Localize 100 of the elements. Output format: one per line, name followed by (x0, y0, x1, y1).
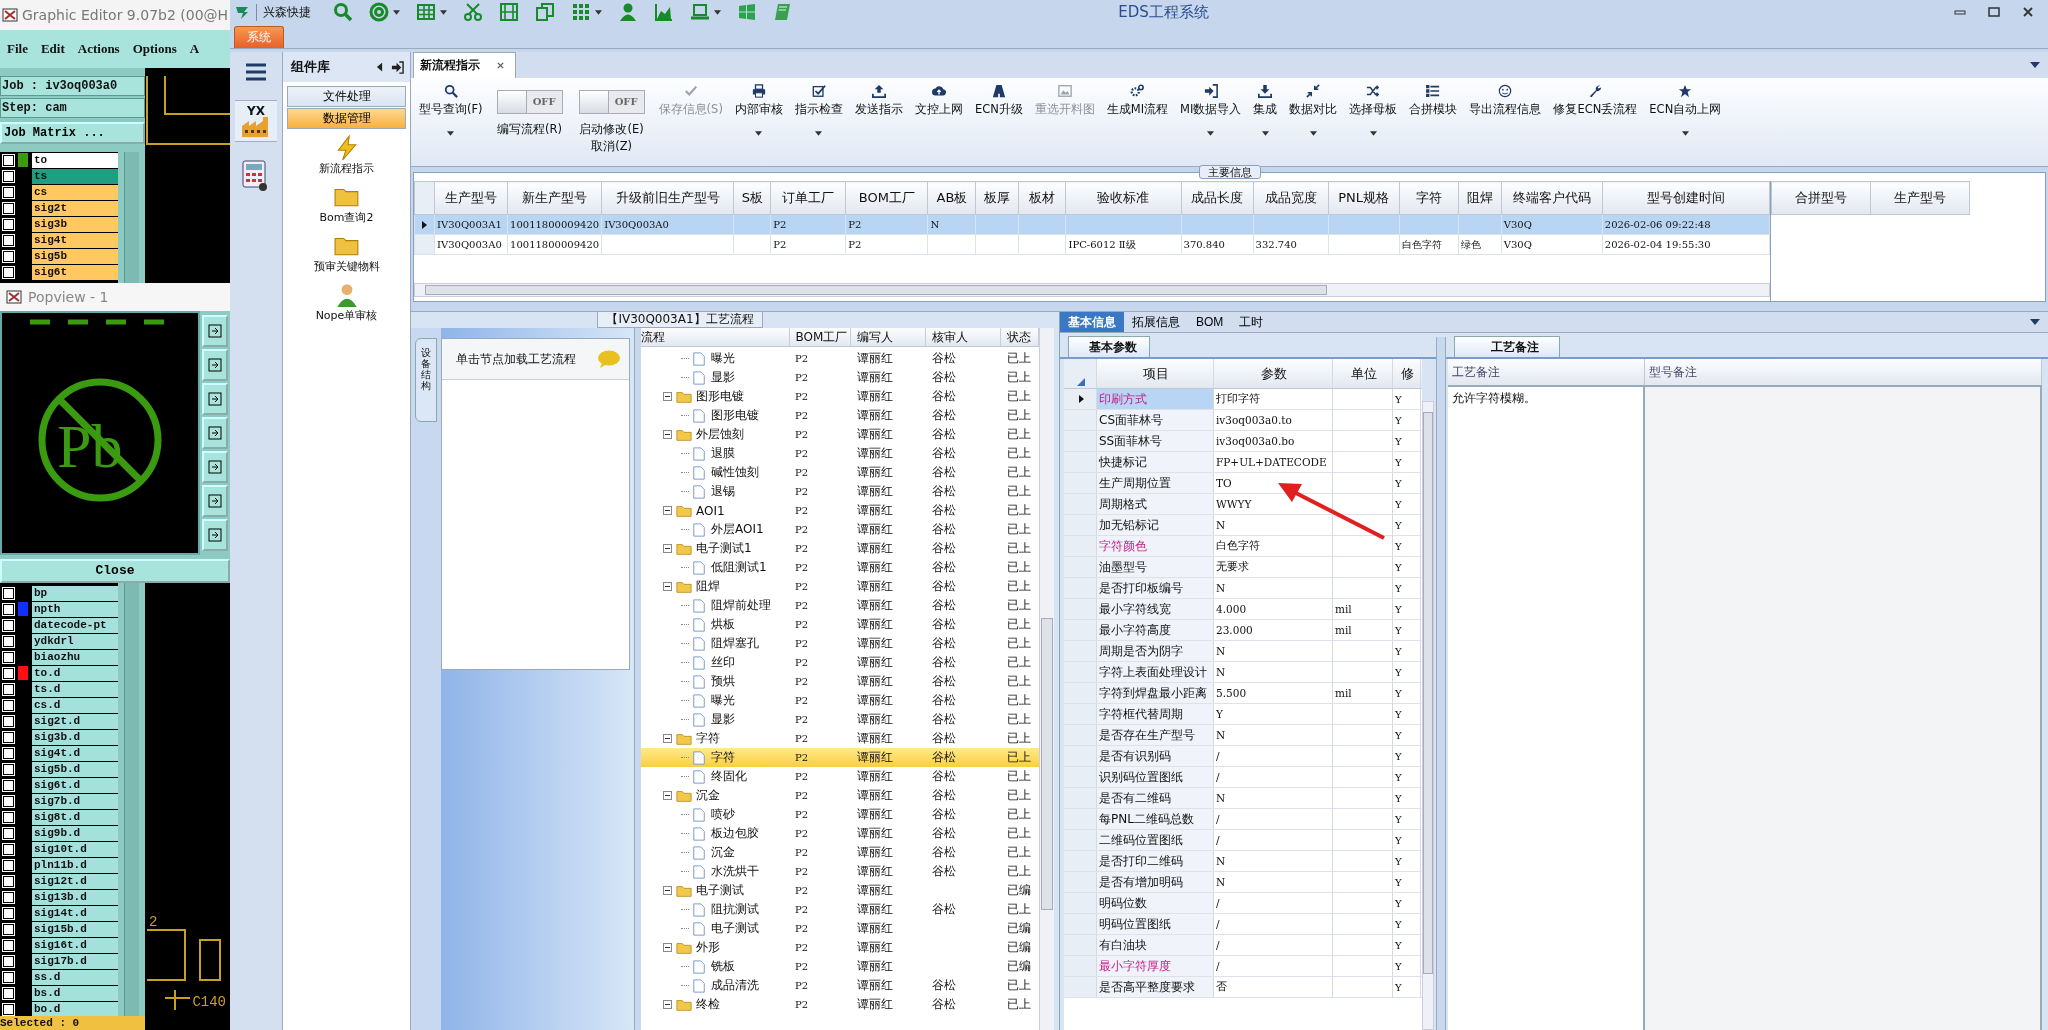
toggle-switch[interactable]: OFF (496, 90, 563, 114)
column-header[interactable]: 成品宽度 (1253, 181, 1329, 215)
caret-icon[interactable] (393, 9, 400, 15)
layer-name[interactable]: bs.d (32, 985, 118, 1001)
caret-icon[interactable] (447, 131, 455, 136)
collapse-icon[interactable] (663, 791, 672, 800)
layer-name[interactable]: sig15b.d (32, 921, 118, 937)
column-header[interactable]: 型号备注 (1645, 359, 2042, 385)
ribbon-button[interactable]: ECN自动上网 (1643, 84, 1728, 156)
checkbox[interactable] (3, 635, 14, 647)
checkbox[interactable] (3, 971, 14, 983)
tree-row[interactable]: 图形电镀 P2 谭丽红 谷松 已上 (641, 387, 1039, 406)
column-header[interactable]: 型号创建时间 (1602, 181, 1770, 215)
collapse-icon[interactable] (663, 392, 672, 401)
tree-row[interactable]: 终固化 P2 谭丽红 谷松 已上 (641, 767, 1039, 786)
tab[interactable]: 工艺备注 (1454, 336, 1560, 357)
tree-row[interactable]: 板边包胶 P2 谭丽红 谷松 已上 (641, 824, 1039, 843)
collapse-icon[interactable] (663, 430, 672, 439)
column-header[interactable]: 合拼型号 (1771, 181, 1871, 215)
table-row[interactable]: 是否高平整度要求 否 Y (1064, 977, 1422, 998)
checkbox[interactable] (3, 1003, 14, 1015)
table-row[interactable]: 最小字符高度 23.000 mil Y (1064, 620, 1422, 641)
layer-name[interactable]: datecode-pt (32, 617, 118, 633)
column-header[interactable]: PNL规格 (1328, 181, 1400, 215)
vertical-tab[interactable]: 设备结构 (415, 338, 437, 422)
tree-row[interactable]: 外形 P2 谭丽红 已编 (641, 938, 1039, 957)
collapse-icon[interactable] (663, 506, 672, 515)
table-row[interactable]: 周期是否为阴字 N Y (1064, 641, 1422, 662)
menu-item[interactable]: Options (132, 41, 177, 57)
table-row[interactable]: IV30Q003A0 10011800009420 P2 P2 IPC-6012 Ⅱ级 370.840 332.740 白色字符 绿色 V30Q 2026-02-04 19:55:30 (414, 234, 1770, 255)
table-row[interactable]: 印刷方式 打印字符 Y (1064, 389, 1422, 410)
caret-icon[interactable] (2030, 62, 2040, 68)
ribbon-button[interactable]: 内部审核 (728, 84, 789, 156)
splitter-handle[interactable] (634, 328, 641, 1030)
copy-icon[interactable] (535, 2, 555, 22)
layer-name[interactable]: sig3b.d (32, 729, 118, 745)
column-header[interactable]: 升级前旧生产型号 (601, 181, 734, 215)
table-row[interactable]: 字符框代替周期 Y Y (1064, 704, 1422, 725)
table-row[interactable]: SS面菲林号 iv3oq003a0.bo Y (1064, 431, 1422, 452)
tree-row[interactable]: 阻焊 P2 谭丽红 谷松 已上 (641, 577, 1039, 596)
category-tab[interactable]: 数据管理 (287, 108, 406, 129)
layer-name[interactable]: ss.d (32, 969, 118, 985)
search-icon[interactable] (333, 2, 353, 22)
layer-name[interactable]: sig6t (32, 264, 118, 280)
table-row[interactable]: 加无铅标记 N Y (1064, 515, 1422, 536)
column-header[interactable]: 状态 (1001, 328, 1039, 346)
view-button[interactable] (202, 416, 228, 449)
checkbox[interactable] (3, 795, 14, 807)
column-header[interactable]: 项目 (1097, 359, 1214, 388)
tree-row[interactable]: 退膜 P2 谭丽红 谷松 已上 (641, 444, 1039, 463)
tree-row[interactable]: 字符 P2 谭丽红 谷松 已上 (641, 748, 1039, 767)
layer-name[interactable]: sig3b (32, 216, 118, 232)
tree-row[interactable]: 显影 P2 谭丽红 谷松 已上 (641, 368, 1039, 387)
layer-name[interactable]: cs.d (32, 697, 118, 713)
caret-icon[interactable] (595, 9, 602, 15)
tree-row[interactable]: 阻抗测试 P2 谭丽红 谷松 已上 (641, 900, 1039, 919)
tree-row[interactable]: 沉金 P2 谭丽红 谷松 已上 (641, 843, 1039, 862)
tree-row[interactable]: 字符 P2 谭丽红 谷松 已上 (641, 729, 1039, 748)
table-row[interactable]: 明码位置图纸 / Y (1064, 914, 1422, 935)
checkbox[interactable] (3, 154, 14, 166)
tree-row[interactable]: 烘板 P2 谭丽红 谷松 已上 (641, 615, 1039, 634)
table-row[interactable]: 是否有识别码 / Y (1064, 746, 1422, 767)
checkbox[interactable] (3, 651, 14, 663)
layer-name[interactable]: sig14t.d (32, 905, 118, 921)
table-row[interactable]: 是否有二维码 N Y (1064, 788, 1422, 809)
ribbon-button[interactable]: 集成 (1247, 84, 1284, 156)
tree-row[interactable]: 外层AOI1 P2 谭丽红 谷松 已上 (641, 520, 1039, 539)
close-icon[interactable] (2022, 6, 2034, 18)
layer-name[interactable]: sig2t.d (32, 713, 118, 729)
checkbox[interactable] (3, 234, 14, 246)
layer-name[interactable]: sig5b.d (32, 761, 118, 777)
caret-icon[interactable] (755, 131, 763, 136)
checkbox[interactable] (3, 859, 14, 871)
table-row[interactable]: 有白油块 / Y (1064, 935, 1422, 956)
ribbon-button[interactable]: 导出流程信息 (1463, 84, 1548, 156)
checkbox[interactable] (3, 811, 14, 823)
component-item[interactable]: Bom查询2 (319, 210, 374, 225)
close-icon[interactable] (496, 61, 505, 70)
ribbon-button[interactable]: 选择母板 (1343, 84, 1404, 156)
ribbon-button[interactable]: 发送指示 (848, 84, 909, 156)
caret-icon[interactable] (1369, 131, 1377, 136)
column-header[interactable]: 单位 (1333, 359, 1393, 388)
film-icon[interactable] (499, 2, 519, 22)
checkbox[interactable] (3, 683, 14, 695)
layer-name[interactable]: sig9b.d (32, 825, 118, 841)
layer-name[interactable]: ts (32, 168, 118, 184)
tab[interactable]: BOM (1188, 312, 1232, 332)
caret-icon[interactable] (815, 131, 823, 136)
layer-name[interactable]: ydkdrl (32, 633, 118, 649)
checkbox[interactable] (3, 747, 14, 759)
tree-row[interactable]: 图形电镀 P2 谭丽红 谷松 已上 (641, 406, 1039, 425)
view-button[interactable] (202, 450, 228, 483)
tree-row[interactable]: 碱性蚀刻 P2 谭丽红 谷松 已上 (641, 463, 1039, 482)
checkbox[interactable] (3, 987, 14, 999)
ribbon-button[interactable]: 文控上网 (908, 84, 969, 156)
sign-in-icon[interactable] (391, 60, 404, 74)
tree-row[interactable]: 阻焊塞孔 P2 谭丽红 谷松 已上 (641, 634, 1039, 653)
job-matrix-button[interactable]: Job Matrix ... (0, 122, 145, 144)
table-row[interactable]: 明码位数 / Y (1064, 893, 1422, 914)
menu-item[interactable]: Edit (40, 41, 65, 57)
